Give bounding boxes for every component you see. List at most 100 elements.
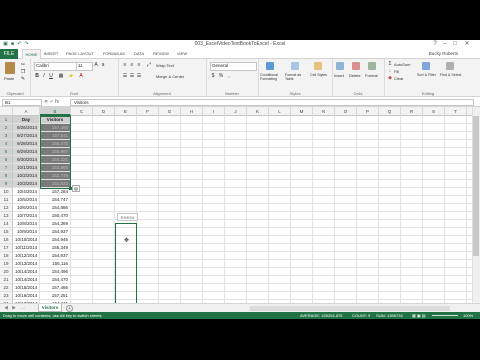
empty-cell[interactable]	[247, 188, 269, 196]
empty-cell[interactable]	[291, 212, 313, 220]
empty-cell[interactable]	[137, 124, 159, 132]
empty-cell[interactable]	[159, 156, 181, 164]
view-buttons-icon[interactable]: ▦ ▣ ▤	[412, 312, 426, 319]
empty-cell[interactable]	[269, 132, 291, 140]
empty-cell[interactable]	[93, 260, 115, 268]
cut-icon[interactable]: ✂	[20, 62, 26, 68]
column-header-n[interactable]: N	[313, 107, 335, 116]
empty-cell[interactable]	[247, 196, 269, 204]
row-header[interactable]: 5	[0, 148, 13, 156]
empty-cell[interactable]	[181, 228, 203, 236]
empty-cell[interactable]	[203, 188, 225, 196]
sheet-tab-visitors[interactable]: Visitors	[38, 304, 62, 312]
empty-cell[interactable]	[159, 180, 181, 188]
visitors-cell[interactable]: 157,251	[40, 292, 71, 300]
empty-cell[interactable]	[225, 284, 247, 292]
empty-cell[interactable]	[93, 156, 115, 164]
empty-cell[interactable]	[401, 268, 423, 276]
empty-cell[interactable]	[225, 148, 247, 156]
format-as-table-icon[interactable]	[291, 62, 299, 70]
empty-cell[interactable]	[423, 204, 445, 212]
row-header[interactable]: 10	[0, 188, 13, 196]
empty-cell[interactable]	[203, 124, 225, 132]
empty-cell[interactable]	[423, 252, 445, 260]
empty-cell[interactable]	[137, 156, 159, 164]
empty-cell[interactable]	[379, 268, 401, 276]
empty-cell[interactable]	[313, 284, 335, 292]
date-cell[interactable]: 10/8/2014	[13, 220, 40, 228]
empty-cell[interactable]	[203, 196, 225, 204]
empty-cell[interactable]	[445, 204, 467, 212]
empty-cell[interactable]	[181, 292, 203, 300]
delete-button[interactable]: Delete	[349, 73, 361, 78]
empty-cell[interactable]	[93, 252, 115, 260]
tab-view[interactable]: VIEW	[174, 49, 190, 59]
empty-cell[interactable]	[181, 276, 203, 284]
empty-cell[interactable]	[269, 116, 291, 124]
empty-cell[interactable]	[71, 244, 93, 252]
empty-cell[interactable]	[137, 172, 159, 180]
empty-cell[interactable]	[291, 252, 313, 260]
empty-cell[interactable]	[93, 180, 115, 188]
empty-cell[interactable]	[203, 132, 225, 140]
empty-cell[interactable]	[379, 180, 401, 188]
empty-cell[interactable]	[203, 236, 225, 244]
empty-cell[interactable]	[335, 148, 357, 156]
tab-data[interactable]: DATA	[130, 49, 148, 59]
empty-cell[interactable]	[313, 156, 335, 164]
empty-cell[interactable]	[313, 292, 335, 300]
empty-cell[interactable]	[269, 148, 291, 156]
empty-cell[interactable]	[423, 188, 445, 196]
empty-cell[interactable]	[401, 196, 423, 204]
empty-cell[interactable]	[181, 260, 203, 268]
empty-cell[interactable]	[291, 276, 313, 284]
empty-cell[interactable]	[115, 148, 137, 156]
empty-cell[interactable]	[269, 140, 291, 148]
empty-cell[interactable]	[335, 292, 357, 300]
empty-cell[interactable]	[379, 156, 401, 164]
empty-cell[interactable]	[269, 276, 291, 284]
tab-page-layout[interactable]: PAGE LAYOUT	[62, 49, 98, 59]
italic-icon[interactable]: I	[41, 73, 47, 79]
fill-icon[interactable]: ↓	[387, 68, 393, 74]
empty-cell[interactable]	[137, 268, 159, 276]
underline-icon[interactable]: U	[48, 73, 54, 79]
visitors-cell[interactable]: 157,611	[40, 132, 71, 140]
date-cell[interactable]: 10/16/2014	[13, 292, 40, 300]
empty-cell[interactable]	[159, 236, 181, 244]
empty-cell[interactable]	[357, 132, 379, 140]
empty-cell[interactable]	[137, 284, 159, 292]
empty-cell[interactable]	[247, 180, 269, 188]
empty-cell[interactable]	[445, 148, 467, 156]
visitors-cell[interactable]: 154,321	[40, 156, 71, 164]
tab-review[interactable]: REVIEW	[150, 49, 172, 59]
empty-cell[interactable]	[313, 252, 335, 260]
empty-cell[interactable]	[93, 284, 115, 292]
empty-cell[interactable]	[269, 228, 291, 236]
empty-cell[interactable]	[181, 204, 203, 212]
date-cell[interactable]: 9/27/2014	[13, 132, 40, 140]
insert-icon[interactable]	[336, 62, 344, 70]
empty-cell[interactable]	[137, 292, 159, 300]
empty-cell[interactable]	[269, 156, 291, 164]
empty-cell[interactable]	[225, 140, 247, 148]
empty-cell[interactable]	[203, 292, 225, 300]
column-header-r[interactable]: R	[401, 107, 423, 116]
empty-cell[interactable]	[379, 292, 401, 300]
empty-cell[interactable]	[379, 172, 401, 180]
empty-cell[interactable]	[379, 204, 401, 212]
empty-cell[interactable]	[357, 284, 379, 292]
column-header-q[interactable]: Q	[379, 107, 401, 116]
empty-cell[interactable]	[159, 164, 181, 172]
empty-cell[interactable]	[335, 236, 357, 244]
empty-cell[interactable]	[269, 188, 291, 196]
empty-cell[interactable]	[269, 196, 291, 204]
copy-icon[interactable]: ❐	[20, 69, 26, 75]
empty-cell[interactable]	[291, 140, 313, 148]
empty-cell[interactable]	[203, 228, 225, 236]
empty-cell[interactable]	[445, 156, 467, 164]
minimize-icon[interactable]: –	[440, 40, 450, 49]
empty-cell[interactable]	[313, 172, 335, 180]
date-cell[interactable]: 10/1/2014	[13, 164, 40, 172]
empty-cell[interactable]	[335, 228, 357, 236]
